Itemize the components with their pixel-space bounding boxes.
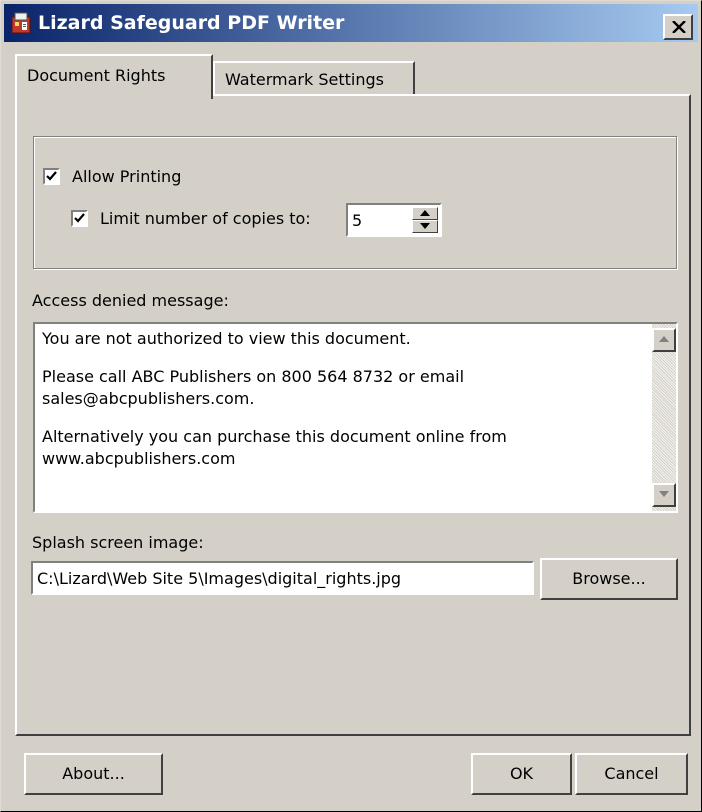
tab-watermark-settings[interactable]: Watermark Settings (213, 61, 415, 96)
window-title: Lizard Safeguard PDF Writer (38, 12, 345, 34)
ok-button[interactable]: OK (471, 753, 572, 795)
tab-panel-joint (17, 94, 211, 98)
tab-watermark-settings-label: Watermark Settings (225, 70, 384, 89)
cancel-button[interactable]: Cancel (575, 753, 688, 795)
close-icon (672, 21, 686, 33)
close-button[interactable] (663, 14, 693, 40)
tab-panel (15, 94, 691, 736)
lizard-app-icon (11, 12, 31, 34)
tab-document-rights[interactable]: Document Rights (15, 54, 213, 99)
dialog-window: Lizard Safeguard PDF Writer Document Rig… (0, 0, 702, 812)
title-bar[interactable]: Lizard Safeguard PDF Writer (4, 4, 698, 42)
tab-document-rights-label: Document Rights (27, 66, 166, 85)
about-button[interactable]: About... (24, 753, 163, 795)
